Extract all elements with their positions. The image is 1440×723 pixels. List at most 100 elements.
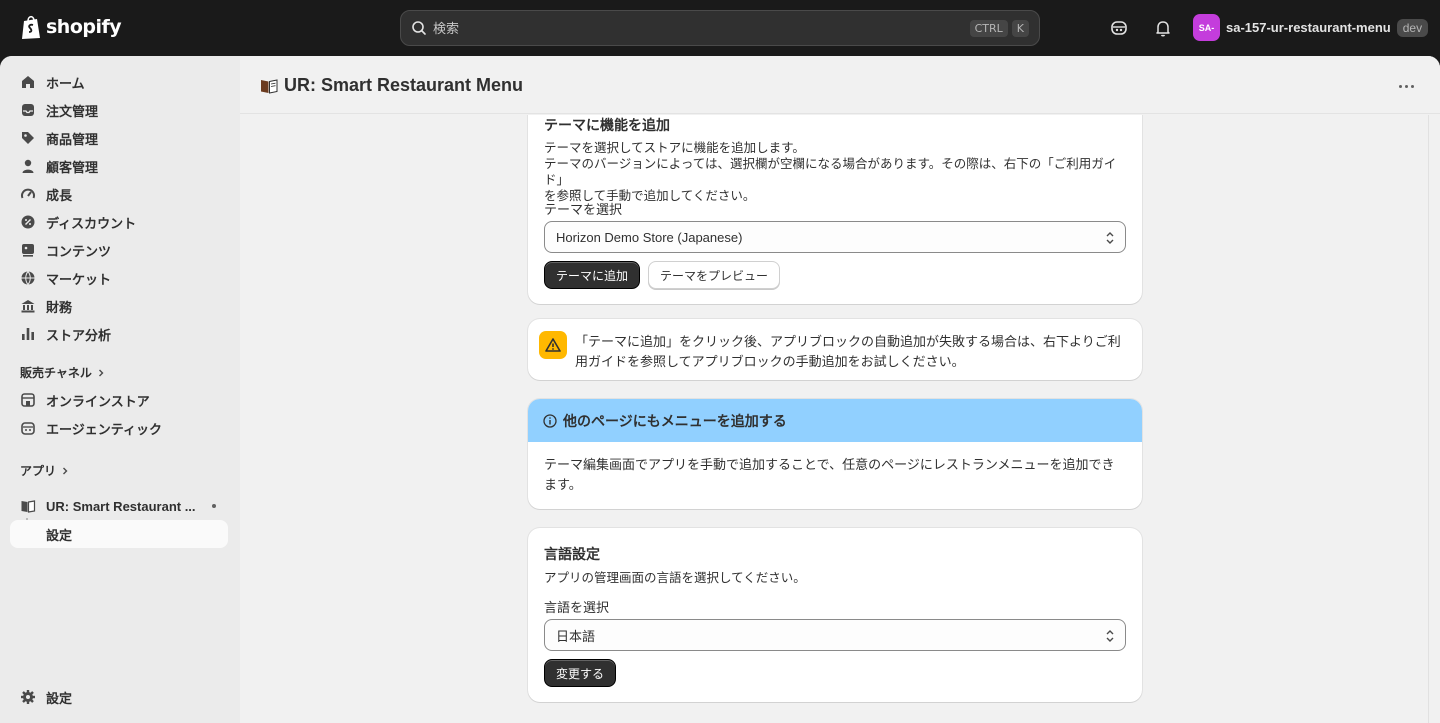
info-card-header: 他のページにもメニューを追加する bbox=[528, 399, 1142, 442]
sidebar-item-settings[interactable]: 設定 bbox=[10, 683, 228, 711]
sidebar-item-online-store[interactable]: オンラインストア bbox=[10, 386, 228, 414]
dot-icon bbox=[1398, 84, 1402, 88]
preview-theme-button[interactable]: テーマをプレビュー bbox=[648, 261, 781, 289]
search-bar[interactable]: CTRL K bbox=[400, 10, 1040, 46]
search-input[interactable] bbox=[433, 20, 966, 36]
warning-text: 「テーマに追加」をクリック後、アプリブロックの自動追加が失敗する場合は、右下より… bbox=[575, 334, 1121, 349]
theme-card-title: テーマに機能を追加 bbox=[544, 117, 670, 133]
sidebar-item-app-settings[interactable]: 設定 bbox=[10, 520, 228, 548]
sidebar-item-label: 財務 bbox=[46, 299, 73, 315]
sales-channels-label: 販売チャネル bbox=[20, 366, 92, 380]
sidebar-item-finance[interactable]: 財務 bbox=[10, 292, 228, 320]
shortcut-k: K bbox=[1011, 19, 1029, 37]
sidebar-item-label: 顧客管理 bbox=[46, 159, 99, 175]
sidebar-item-orders[interactable]: 注文管理 bbox=[10, 96, 228, 124]
select-arrows-icon bbox=[1106, 232, 1114, 244]
search-icon bbox=[412, 21, 426, 35]
sidebar-item-label: ストア分析 bbox=[46, 327, 112, 343]
apps-heading[interactable]: アプリ bbox=[20, 462, 70, 479]
tag-icon bbox=[22, 132, 34, 144]
add-to-theme-button[interactable]: テーマに追加 bbox=[544, 261, 641, 289]
bank-icon bbox=[21, 300, 35, 313]
page-title: UR: Smart Restaurant Menu bbox=[284, 75, 524, 95]
main-frame: ホーム 注文管理 商品管理 顧客管理 成長 ディスカウント コンテンツ マーケッ… bbox=[0, 56, 1440, 723]
sidebar-item-content[interactable]: コンテンツ bbox=[10, 236, 228, 264]
store-switcher[interactable]: SA- sa-157-ur-restaurant-menu dev bbox=[1193, 14, 1429, 41]
content-icon bbox=[22, 244, 34, 257]
bell-icon[interactable] bbox=[1153, 18, 1173, 38]
sidebar-item-label: マーケット bbox=[46, 271, 112, 287]
sidekick-icon[interactable] bbox=[1109, 18, 1129, 38]
sidebar-item-label: ディスカウント bbox=[46, 215, 137, 231]
top-bar: shopify CTRL K SA- sa-157-ur-restaurant-… bbox=[0, 0, 1440, 56]
store-name: sa-157-ur-restaurant-menu bbox=[1226, 20, 1391, 35]
dot-icon bbox=[1404, 84, 1408, 88]
sidebar-item-products[interactable]: 商品管理 bbox=[10, 124, 228, 152]
shopify-bag-icon bbox=[22, 15, 40, 39]
content-area: UR: Smart Restaurant Menu テーマに機能を追加 テーマを… bbox=[240, 56, 1440, 723]
theme-card-desc: テーマを選択してストアに機能を追加します。 bbox=[544, 141, 805, 155]
globe-icon bbox=[21, 271, 35, 286]
language-select-value: 日本語 bbox=[556, 628, 596, 644]
select-arrows-icon bbox=[1106, 630, 1114, 642]
language-card-desc: アプリの管理画面の言語を選択してください。 bbox=[544, 571, 806, 585]
sidebar-item-label: 設定 bbox=[46, 527, 73, 543]
book-icon bbox=[261, 79, 278, 94]
app-header: UR: Smart Restaurant Menu bbox=[240, 56, 1440, 114]
shopify-logo[interactable]: shopify bbox=[20, 14, 122, 40]
sales-channels-heading[interactable]: 販売チャネル bbox=[20, 364, 106, 381]
theme-select[interactable]: Horizon Demo Store (Japanese) bbox=[544, 221, 1126, 253]
gauge-icon bbox=[21, 188, 35, 199]
chart-icon bbox=[22, 328, 34, 340]
sidebar-item-app[interactable]: UR: Smart Restaurant ... bbox=[10, 492, 228, 520]
more-actions-button[interactable] bbox=[1394, 76, 1418, 96]
scrollbar[interactable] bbox=[1428, 115, 1440, 723]
logo-text: shopify bbox=[46, 16, 122, 38]
change-language-button[interactable]: 変更する bbox=[544, 659, 617, 687]
sidebar-item-label: エージェンティック bbox=[46, 421, 162, 437]
sidebar-item-home[interactable]: ホーム bbox=[10, 68, 228, 96]
theme-card-desc: を参照して手動で追加してください。 bbox=[544, 189, 756, 203]
sidebar: ホーム 注文管理 商品管理 顧客管理 成長 ディスカウント コンテンツ マーケッ… bbox=[0, 56, 240, 723]
store-icon bbox=[21, 393, 35, 407]
language-card-title: 言語設定 bbox=[544, 546, 600, 562]
home-icon bbox=[22, 76, 34, 88]
warning-card: 「テーマに追加」をクリック後、アプリブロックの自動追加が失敗する場合は、右下より… bbox=[528, 319, 1142, 380]
sidebar-item-agentic[interactable]: エージェンティック bbox=[10, 414, 228, 442]
info-card-text: テーマ編集画面でアプリを手動で追加することで、任意のページにレストランメニューを… bbox=[544, 457, 1115, 472]
sidebar-item-label: 注文管理 bbox=[46, 103, 99, 119]
store-avatar: SA- bbox=[1193, 14, 1220, 41]
sidebar-item-analytics[interactable]: ストア分析 bbox=[10, 320, 228, 348]
info-card-title: 他のページにもメニューを追加する bbox=[563, 412, 787, 429]
warning-icon bbox=[539, 331, 567, 359]
language-select-label: 言語を選択 bbox=[544, 600, 610, 615]
warning-text: 用ガイドを参照してアプリブロックの手動追加をお試しください。 bbox=[575, 354, 965, 369]
book-icon bbox=[21, 500, 36, 513]
language-select[interactable]: 日本語 bbox=[544, 619, 1126, 651]
robot-icon bbox=[21, 422, 35, 435]
app-status-dot bbox=[212, 504, 216, 508]
dev-badge: dev bbox=[1396, 18, 1429, 37]
gear-icon bbox=[21, 690, 35, 704]
discount-icon bbox=[21, 215, 35, 229]
sidebar-item-label: オンラインストア bbox=[46, 393, 150, 409]
info-card-text: ます。 bbox=[544, 477, 582, 492]
sidebar-item-label: UR: Smart Restaurant ... bbox=[46, 498, 196, 514]
sidebar-item-customers[interactable]: 顧客管理 bbox=[10, 152, 228, 180]
chevron-right-icon bbox=[63, 467, 68, 474]
sidebar-item-label: 設定 bbox=[46, 690, 73, 706]
sidebar-item-label: ホーム bbox=[46, 75, 85, 91]
sidebar-item-growth[interactable]: 成長 bbox=[10, 180, 228, 208]
shortcut-ctrl: CTRL bbox=[969, 19, 1008, 37]
chevron-right-icon bbox=[98, 369, 104, 376]
sidebar-item-discounts[interactable]: ディスカウント bbox=[10, 208, 228, 236]
sidebar-item-markets[interactable]: マーケット bbox=[10, 264, 228, 292]
info-icon bbox=[543, 413, 557, 428]
scroll-area[interactable]: テーマに機能を追加 テーマを選択してストアに機能を追加します。 テーマのバージョ… bbox=[240, 115, 1428, 723]
apps-label: アプリ bbox=[20, 464, 57, 478]
theme-select-value: Horizon Demo Store (Japanese) bbox=[556, 229, 743, 245]
sidebar-item-label: 商品管理 bbox=[46, 131, 99, 147]
sidebar-item-label: コンテンツ bbox=[46, 243, 112, 259]
inbox-icon bbox=[22, 104, 34, 116]
dot-icon bbox=[1410, 84, 1414, 88]
